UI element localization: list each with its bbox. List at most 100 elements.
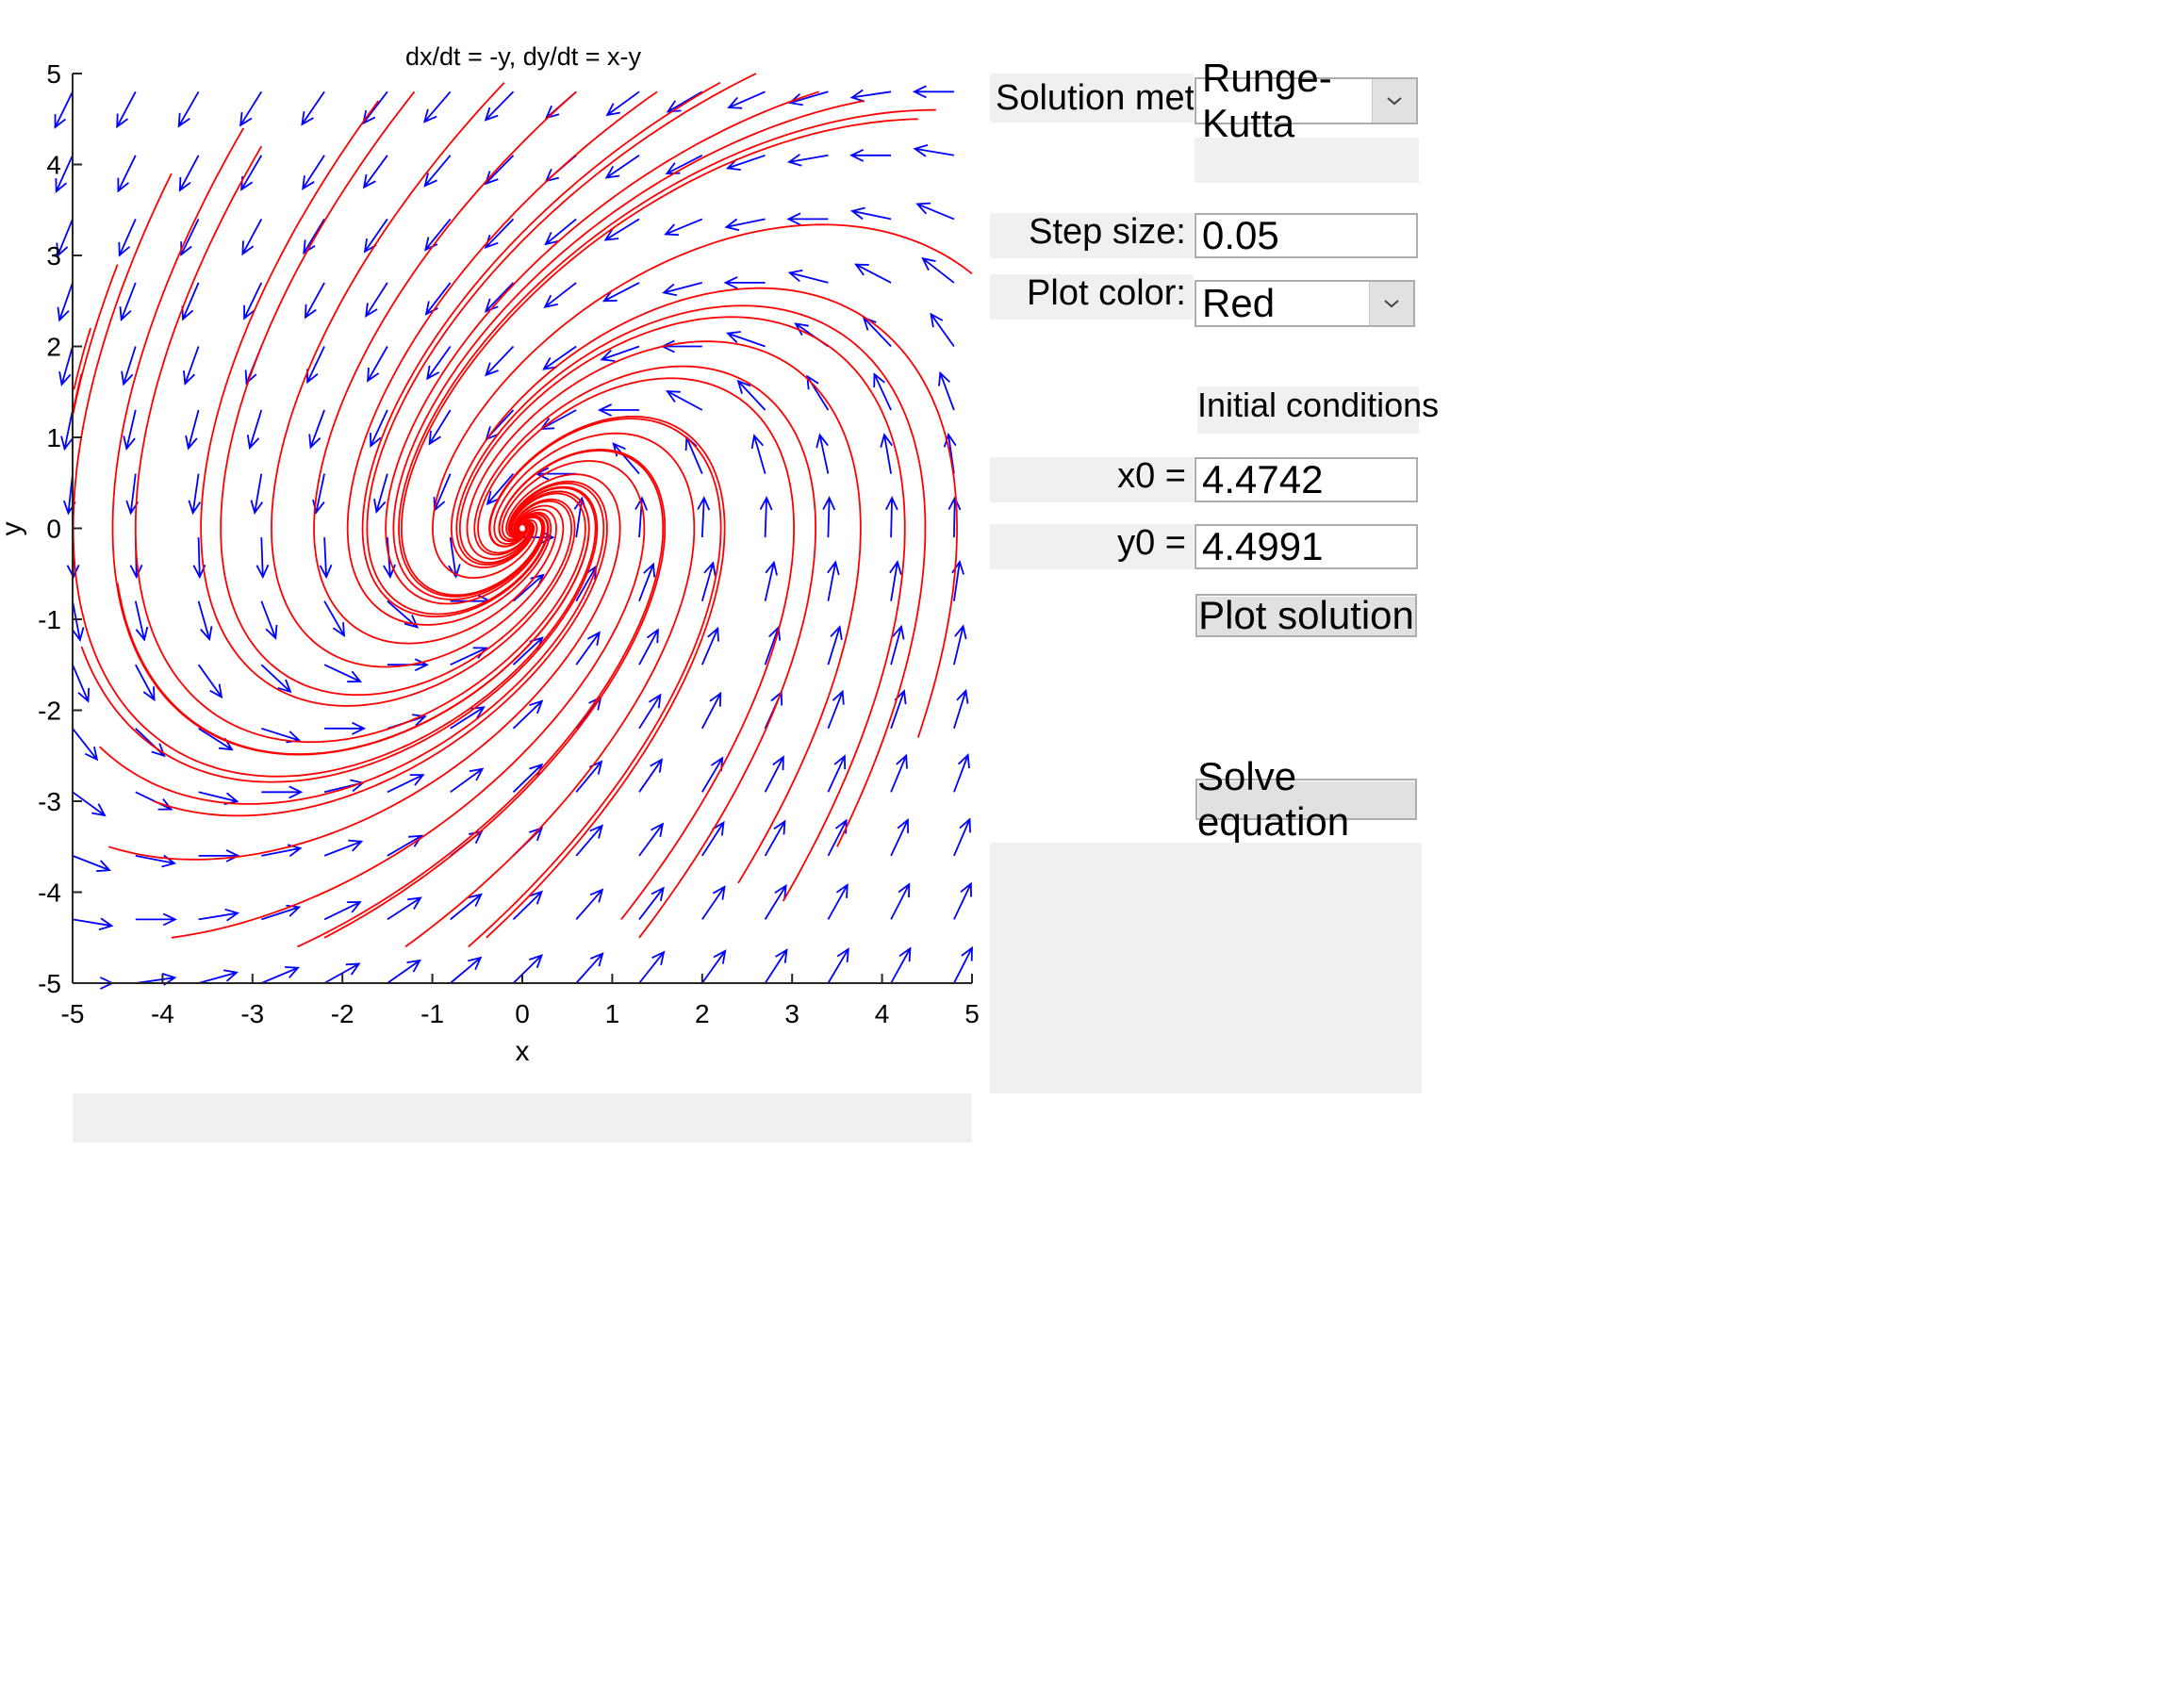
solution-curve — [171, 460, 646, 939]
direction-arrow — [367, 346, 388, 383]
y0-input[interactable]: 4.4991 — [1195, 524, 1418, 569]
plot-color-select[interactable]: Red — [1195, 280, 1415, 327]
y-tick-label: 4 — [46, 151, 61, 180]
direction-arrow — [117, 155, 137, 193]
direction-arrow — [930, 312, 955, 348]
direction-arrow — [764, 560, 778, 601]
direction-arrow — [816, 433, 830, 474]
direction-arrow — [938, 370, 955, 411]
direction-arrow — [575, 760, 603, 793]
solution-trajectories — [72, 73, 973, 948]
x-tick-label: -5 — [61, 999, 85, 1028]
direction-arrow — [953, 881, 972, 920]
direction-arrow — [484, 155, 515, 186]
x-tick-label: 2 — [695, 999, 710, 1028]
direction-arrow — [884, 496, 898, 538]
plot-solution-button[interactable]: Plot solution — [1195, 593, 1417, 637]
chevron-down-icon[interactable] — [1372, 79, 1416, 123]
x0-input[interactable]: 4.4742 — [1195, 457, 1418, 502]
direction-arrow — [303, 218, 325, 255]
direction-arrow — [135, 664, 156, 702]
direction-arrow — [662, 282, 703, 297]
y-tick-label: 3 — [46, 241, 61, 271]
initial-conditions-heading: Initial conditions — [1197, 386, 1439, 434]
direction-arrow — [260, 600, 278, 640]
method-info-box — [1195, 138, 1419, 183]
solution-curve — [466, 340, 862, 884]
direction-arrow — [700, 561, 717, 601]
x-tick-label: -2 — [331, 999, 354, 1028]
direction-arrow — [543, 282, 577, 308]
direction-arrow — [638, 886, 665, 920]
direction-arrow — [953, 688, 969, 730]
direction-arrow — [246, 409, 263, 451]
solution-curve — [73, 373, 83, 409]
y0-label: y0 = — [990, 524, 1194, 569]
direction-arrow — [304, 282, 325, 320]
direction-arrow — [198, 728, 234, 751]
direction-arrow — [953, 945, 973, 984]
status-bar — [73, 1093, 972, 1142]
solve-equation-button[interactable]: Solve equation — [1195, 754, 1417, 844]
step-size-input[interactable]: 0.05 — [1195, 213, 1418, 258]
direction-arrow — [365, 282, 388, 319]
direction-arrow — [484, 90, 515, 122]
direction-arrow — [575, 952, 604, 984]
plot-color-value: Red — [1202, 281, 1276, 325]
direction-arrow — [484, 218, 515, 249]
direction-arrow — [764, 755, 784, 793]
direction-arrow — [701, 820, 725, 857]
chevron-down-icon[interactable] — [1369, 282, 1413, 325]
direction-arrow — [72, 917, 114, 931]
direction-arrow — [424, 282, 452, 316]
direction-arrow — [255, 537, 270, 580]
solution-curve — [486, 416, 726, 939]
direction-arrow — [912, 85, 954, 99]
direction-arrow — [849, 206, 892, 221]
direction-arrow — [604, 155, 640, 179]
direction-arrow — [135, 791, 173, 811]
direction-arrow — [727, 90, 766, 109]
direction-arrow — [387, 959, 421, 984]
solution-curve — [220, 90, 572, 697]
x-tick-label: 1 — [605, 999, 620, 1028]
direction-arrow — [57, 282, 74, 322]
direction-arrow — [664, 218, 703, 237]
direction-arrow — [198, 969, 239, 984]
direction-arrow — [953, 624, 967, 665]
direction-arrow — [250, 473, 264, 516]
direction-arrow — [363, 218, 388, 254]
direction-arrow — [319, 537, 333, 580]
direction-arrow — [261, 904, 302, 921]
solution-curve — [404, 432, 696, 948]
direction-arrow — [665, 390, 703, 411]
direction-arrow — [915, 202, 955, 221]
output-panel — [990, 843, 1422, 1093]
direction-arrow — [764, 948, 788, 984]
direction-arrow — [485, 345, 515, 377]
y-tick-label: -2 — [38, 697, 61, 726]
direction-arrow — [197, 600, 213, 642]
direction-arrow — [423, 218, 452, 252]
direction-arrow — [121, 346, 137, 386]
direction-arrow — [323, 779, 365, 794]
direction-arrow — [512, 890, 543, 921]
direction-arrow — [426, 345, 452, 381]
solution-curve — [73, 327, 91, 390]
direction-arrow — [544, 218, 577, 246]
direction-arrow — [575, 824, 603, 857]
plot-title: dx/dt = -y, dy/dt = x-y — [405, 42, 642, 71]
direction-arrow — [701, 885, 726, 920]
direction-arrow — [600, 345, 640, 362]
direction-arrow — [72, 664, 91, 703]
method-select[interactable]: Runge-Kutta — [1195, 56, 1418, 145]
direction-arrow — [684, 435, 703, 474]
direction-arrow — [324, 721, 367, 735]
direction-arrow — [178, 155, 200, 192]
x-tick-label: -4 — [151, 999, 174, 1028]
y-tick-label: 5 — [46, 59, 61, 89]
direction-arrow — [890, 882, 911, 920]
direction-arrow — [72, 728, 99, 762]
direction-arrow — [849, 148, 892, 162]
direction-arrow — [827, 560, 840, 601]
